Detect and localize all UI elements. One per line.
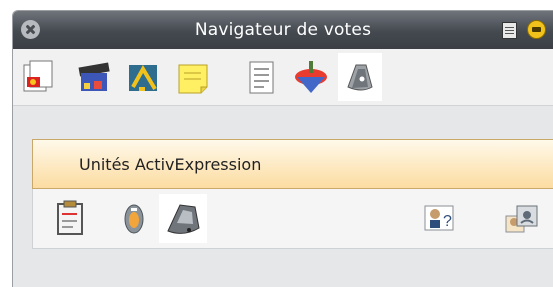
properties-icon[interactable] — [239, 53, 283, 101]
activexpression-device-icon[interactable] — [159, 194, 207, 243]
clipboard-icon[interactable] — [46, 194, 94, 243]
window-menu-icon[interactable] — [502, 22, 517, 39]
notes-icon[interactable] — [171, 53, 215, 101]
main-toolbar — [13, 49, 553, 106]
window-title: Navigateur de votes — [194, 20, 372, 40]
activexpression-panel-header[interactable]: Unités ActivExpression — [32, 139, 553, 189]
pin-icon[interactable] — [527, 20, 546, 39]
panel-title: Unités ActivExpression — [79, 155, 262, 174]
resources-icon[interactable] — [71, 53, 115, 101]
annotations-icon[interactable] — [121, 53, 165, 101]
activote-device-icon[interactable] — [110, 194, 158, 243]
spinning-top-icon[interactable] — [289, 53, 333, 101]
pages-icon[interactable] — [18, 53, 62, 101]
title-bar[interactable]: Navigateur de votes — [13, 11, 553, 49]
unknown-learner-icon[interactable]: ? — [415, 194, 463, 243]
learner-registration-icon[interactable] — [498, 194, 546, 243]
svg-text:?: ? — [443, 213, 452, 230]
panel-toolbar: ? — [32, 189, 553, 249]
voting-device-icon[interactable] — [338, 53, 382, 101]
vote-browser-window: Navigateur de votes Unités ActivExpressi… — [12, 10, 553, 287]
